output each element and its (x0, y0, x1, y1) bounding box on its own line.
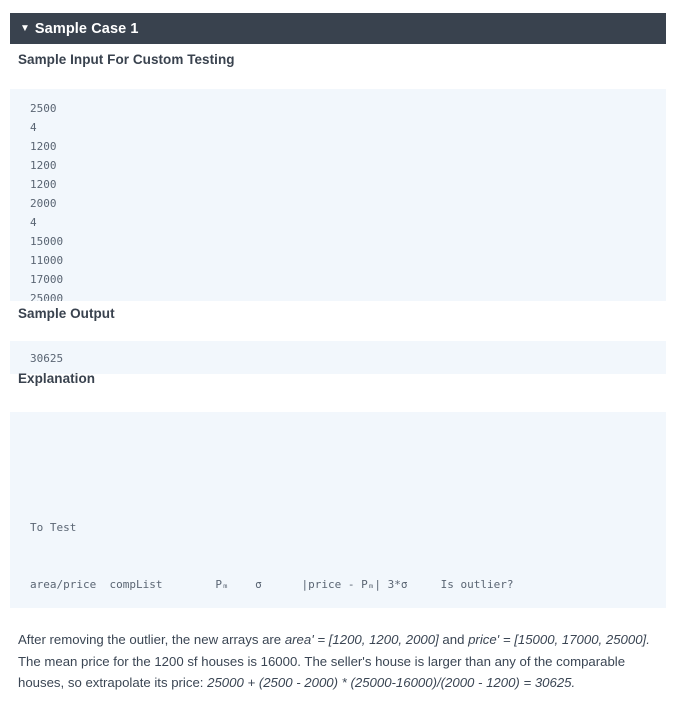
sample-input-code: 2500 4 1200 1200 1200 2000 4 15000 11000… (10, 89, 666, 301)
chevron-down-icon: ▼ (20, 22, 30, 34)
explanation-formula: 25000 + (2500 - 2000) * (25000-16000)/(2… (207, 675, 576, 690)
explanation-code-block: To Test area/price compList Pₘ σ |price … (10, 412, 666, 608)
explanation-paragraph: After removing the outlier, the new arra… (18, 629, 660, 694)
sample-input-heading: Sample Input For Custom Testing (18, 52, 235, 67)
explanation-area-array: area' = [1200, 1200, 2000] (284, 632, 439, 647)
sample-output-code: 30625 (10, 341, 666, 374)
outlier-table: To Test area/price compList Pₘ σ |price … (30, 480, 666, 608)
sample-case-panel: ▼ Sample Case 1 Sample Input For Custom … (0, 0, 676, 715)
explanation-text-part2: and (438, 632, 469, 647)
table-header-row: area/price compList Pₘ σ |price - Pₘ| 3*… (30, 578, 514, 591)
explanation-text-part1: After removing the outlier, the new arra… (18, 632, 285, 647)
explanation-heading: Explanation (18, 371, 96, 386)
table-caption: To Test (30, 521, 77, 534)
sample-case-header-toggle[interactable]: ▼ Sample Case 1 (10, 13, 666, 44)
sample-case-title: Sample Case 1 (34, 20, 139, 37)
sample-output-heading: Sample Output (18, 306, 115, 321)
explanation-price-array: price' = [15000, 17000, 25000]. (468, 632, 650, 647)
